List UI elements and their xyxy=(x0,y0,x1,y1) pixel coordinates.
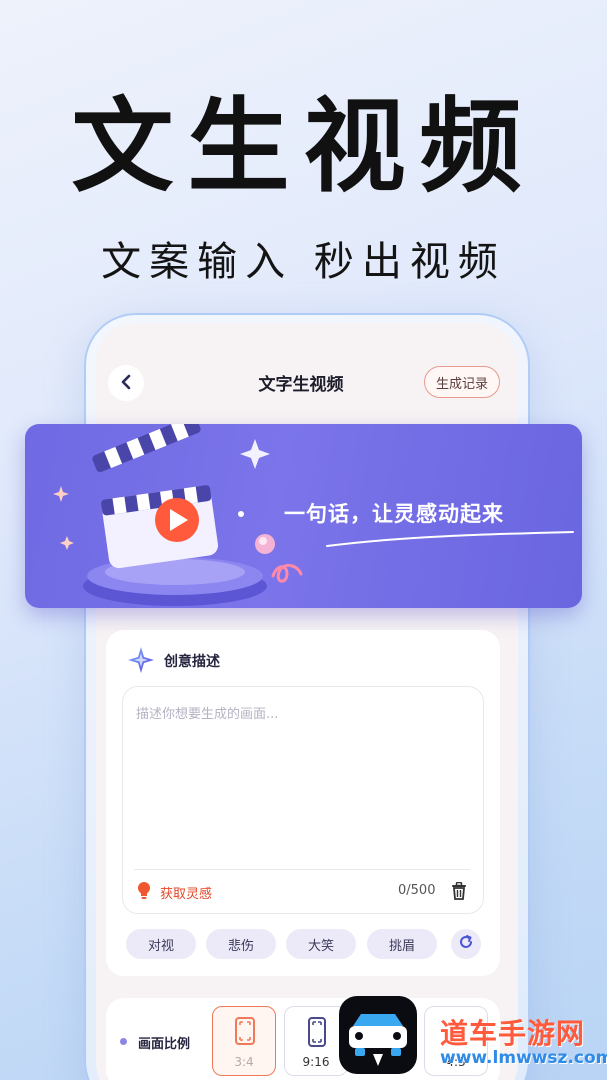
refresh-button[interactable] xyxy=(451,929,481,959)
portrait-frame-icon xyxy=(235,1017,255,1049)
chevron-left-icon xyxy=(119,371,133,395)
get-inspiration-button[interactable]: 获取灵感 xyxy=(160,883,212,902)
watermark-url: www.lmwwsz.com xyxy=(440,1048,607,1068)
chip-tag[interactable]: 挑眉 xyxy=(367,929,437,959)
car-icon xyxy=(349,1014,407,1066)
section-title-creative: 创意描述 xyxy=(164,654,220,670)
chip-tag[interactable]: 悲伤 xyxy=(206,929,276,959)
lightbulb-icon xyxy=(136,880,152,904)
divider xyxy=(134,869,470,870)
history-button[interactable]: 生成记录 xyxy=(424,366,500,398)
chip-tag[interactable]: 大笑 xyxy=(286,929,356,959)
hero-title: 文生视频 xyxy=(71,88,536,207)
banner-slogan: 一句话，让灵感动起来 xyxy=(284,502,504,526)
watermark-logo xyxy=(339,996,417,1074)
chip-tag[interactable]: 对视 xyxy=(126,929,196,959)
trash-icon[interactable] xyxy=(451,881,467,904)
description-placeholder: 描述你想要生成的画面... xyxy=(136,707,279,722)
slogan-underline xyxy=(326,531,574,547)
tall-frame-icon xyxy=(307,1017,327,1051)
page-title: 文字生视频 xyxy=(258,375,344,395)
refresh-icon xyxy=(458,934,474,954)
watermark-site-name: 道车手游网 xyxy=(440,1017,586,1050)
char-counter: 0/500 xyxy=(398,883,436,898)
ratio-option-3-4[interactable]: 3:4 xyxy=(212,1006,276,1076)
bullet-dot xyxy=(120,1038,127,1045)
ratio-label: 画面比例 xyxy=(138,1037,191,1052)
ratio-option-label: 3:4 xyxy=(234,1055,254,1069)
hero-subtitle: 文案输入 秒出视频 xyxy=(101,239,506,285)
back-button[interactable] xyxy=(108,365,144,401)
ratio-option-label: 9:16 xyxy=(302,1055,330,1069)
sparkle-icon xyxy=(126,645,156,679)
